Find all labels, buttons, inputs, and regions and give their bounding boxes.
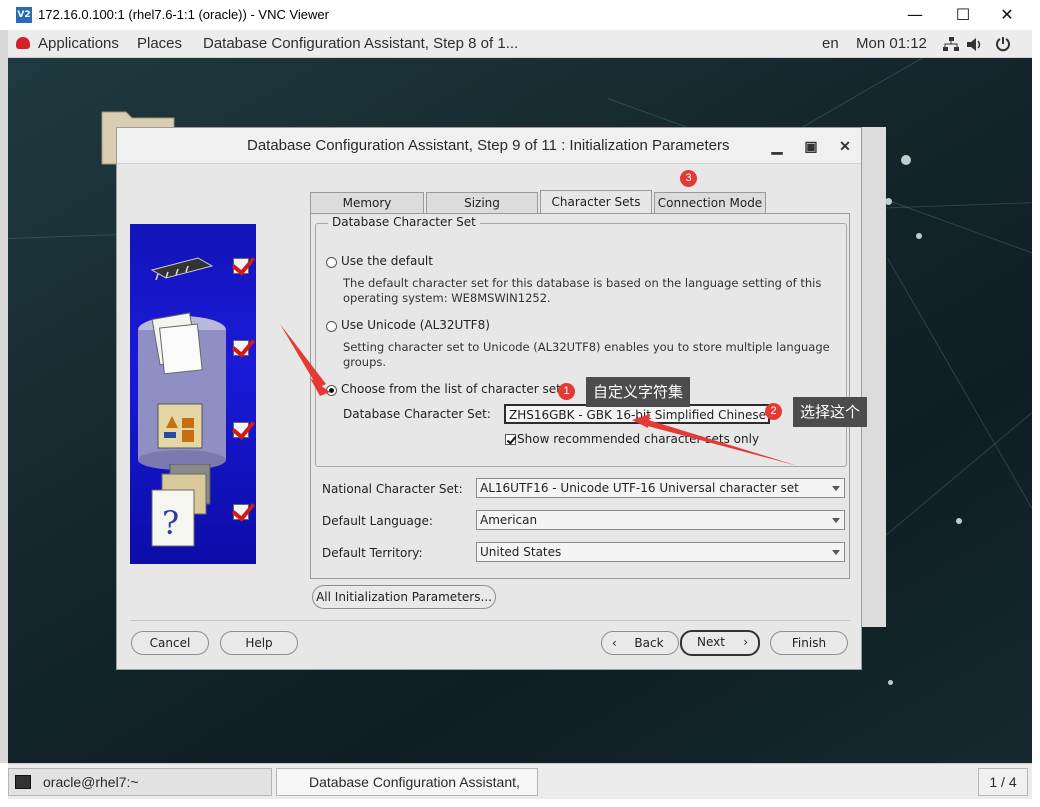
taskbar: oracle@rhel7:~ Database Configuration As… (8, 763, 1032, 807)
taskbar-dbca[interactable]: Database Configuration Assistant, St... (276, 768, 538, 807)
annotation-badge-1: 1 (558, 383, 575, 400)
bottom-strip (0, 799, 1040, 807)
arrow-to-radio (280, 324, 326, 388)
annotation-arrows (280, 324, 798, 466)
terminal-label: oracle@rhel7:~ (43, 774, 139, 790)
arrow-head-charset (632, 414, 650, 428)
taskbar-terminal[interactable]: oracle@rhel7:~ (8, 768, 272, 796)
workspace-pager[interactable]: 1 / 4 (978, 768, 1028, 796)
annotation-callout-2: 选择这个 (793, 397, 868, 427)
terminal-icon (15, 775, 31, 789)
annotation-callout-1: 自定义字符集 (586, 377, 691, 407)
arrow-to-charset (640, 418, 798, 466)
annotation-badge-3: 3 (680, 170, 697, 187)
annotation-badge-2: 2 (765, 403, 782, 420)
